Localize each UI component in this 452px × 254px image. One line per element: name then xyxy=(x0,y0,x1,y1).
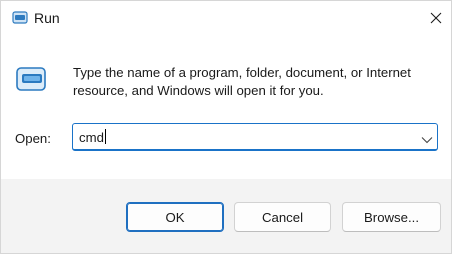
close-icon xyxy=(430,12,442,24)
chevron-down-icon[interactable] xyxy=(421,132,433,144)
open-input[interactable]: cmd xyxy=(79,129,106,146)
dialog-footer: OK Cancel Browse... xyxy=(1,179,451,253)
text-caret xyxy=(104,129,106,144)
run-icon xyxy=(12,11,28,25)
window-title: Run xyxy=(34,10,60,26)
open-label: Open: xyxy=(15,131,51,146)
dialog-content: Type the name of a program, folder, docu… xyxy=(1,35,451,179)
close-button[interactable] xyxy=(421,3,451,33)
open-input-value: cmd xyxy=(79,130,104,145)
open-combobox[interactable]: cmd xyxy=(72,123,438,151)
cancel-button[interactable]: Cancel xyxy=(234,202,331,232)
ok-button[interactable]: OK xyxy=(126,202,224,232)
run-dialog: Run Type the name of a program, folder, … xyxy=(0,0,452,254)
run-app-icon xyxy=(15,65,49,95)
title-bar[interactable]: Run xyxy=(1,1,451,35)
browse-button[interactable]: Browse... xyxy=(342,202,441,232)
dialog-description: Type the name of a program, folder, docu… xyxy=(73,65,411,98)
